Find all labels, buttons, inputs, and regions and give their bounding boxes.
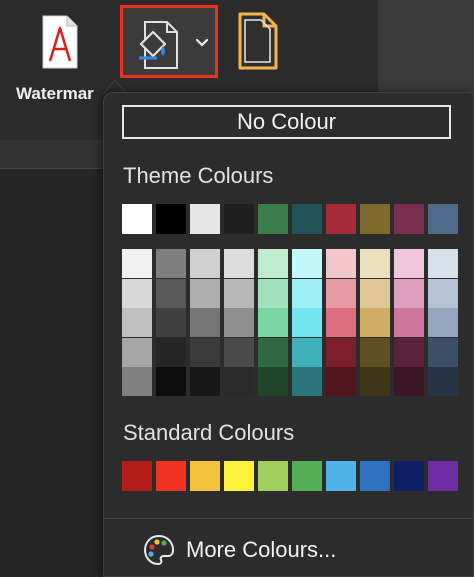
theme-shade-swatch[interactable] [190,337,220,367]
theme-shade-swatch[interactable] [428,278,458,308]
theme-shade-swatch[interactable] [224,308,254,337]
theme-colour-swatch[interactable] [360,204,390,234]
theme-shade-swatch[interactable] [156,249,186,278]
standard-colour-swatch[interactable] [190,461,220,491]
standard-colour-swatch[interactable] [360,461,390,491]
theme-shade-swatch[interactable] [156,278,186,308]
theme-colour-swatch[interactable] [326,204,356,234]
theme-shade-swatch[interactable] [360,308,390,337]
theme-colour-swatch[interactable] [258,204,288,234]
theme-shade-swatch[interactable] [190,278,220,308]
theme-shade-swatch[interactable] [428,249,458,278]
theme-shade-swatch[interactable] [326,337,356,367]
theme-shade-swatch[interactable] [360,249,390,278]
theme-shade-swatch[interactable] [394,249,424,278]
theme-shade-swatch[interactable] [156,337,186,367]
theme-shade-swatch[interactable] [394,278,424,308]
theme-shade-column [156,249,186,397]
theme-shade-column [224,249,254,397]
more-colours-label: More Colours... [186,537,337,562]
theme-shade-swatch[interactable] [190,367,220,396]
more-colours-button[interactable]: More Colours... [142,533,336,567]
theme-shade-swatch[interactable] [224,337,254,367]
theme-colour-swatch[interactable] [428,204,458,234]
theme-shade-swatch[interactable] [224,278,254,308]
theme-shade-column [428,249,458,397]
theme-colour-swatch[interactable] [394,204,424,234]
theme-shade-swatch[interactable] [224,367,254,396]
standard-colour-swatch[interactable] [428,461,458,491]
theme-colour-swatch[interactable] [224,204,254,234]
standard-colour-swatch[interactable] [326,461,356,491]
theme-shade-swatch[interactable] [122,367,152,396]
theme-shade-swatch[interactable] [122,308,152,337]
theme-shade-swatch[interactable] [394,337,424,367]
theme-shade-column [394,249,424,397]
theme-shade-column [360,249,390,397]
theme-shade-swatch[interactable] [156,367,186,396]
standard-colour-swatch[interactable] [156,461,186,491]
theme-colour-swatch[interactable] [190,204,220,234]
standard-colour-swatch[interactable] [224,461,254,491]
theme-shade-swatch[interactable] [292,249,322,278]
theme-shade-swatch[interactable] [428,308,458,337]
chevron-down-icon[interactable] [195,38,209,48]
theme-shade-swatch[interactable] [258,308,288,337]
paint-bucket-icon [139,21,178,69]
theme-shade-swatch[interactable] [258,278,288,308]
standard-colour-swatch[interactable] [122,461,152,491]
theme-shade-swatch[interactable] [326,308,356,337]
standard-colour-swatch[interactable] [292,461,322,491]
theme-shade-swatch[interactable] [360,278,390,308]
theme-shade-column [292,249,322,397]
theme-shade-swatch[interactable] [122,278,152,308]
theme-shade-swatch[interactable] [326,249,356,278]
theme-shade-swatch[interactable] [190,249,220,278]
colour-menu: No Colour Theme Colours Standard Colours… [103,92,474,577]
theme-shade-swatch[interactable] [258,337,288,367]
theme-shade-swatch[interactable] [156,308,186,337]
theme-shade-swatch[interactable] [292,308,322,337]
theme-colour-swatch[interactable] [156,204,186,234]
theme-shade-column [190,249,220,397]
standard-colours-title: Standard Colours [123,420,295,445]
theme-shade-swatch[interactable] [360,367,390,396]
theme-shade-column [326,249,356,397]
watermark-icon [42,15,78,69]
menu-separator [104,518,474,519]
palette-icon [143,534,175,566]
page-borders-button[interactable] [232,10,282,72]
theme-shade-swatch[interactable] [326,278,356,308]
theme-shade-swatch[interactable] [292,337,322,367]
theme-shade-swatch[interactable] [292,278,322,308]
theme-shade-swatch[interactable] [258,367,288,396]
theme-shade-swatch[interactable] [394,308,424,337]
theme-shade-swatch[interactable] [428,367,458,396]
watermark-label: Watermar [16,84,94,103]
theme-shade-swatch[interactable] [122,249,152,278]
page-borders-icon [238,12,278,70]
theme-shade-swatch[interactable] [224,249,254,278]
theme-colours-title: Theme Colours [123,163,274,188]
standard-colour-swatch[interactable] [258,461,288,491]
watermark-button[interactable]: Watermar [10,6,110,106]
theme-shade-swatch[interactable] [292,367,322,396]
no-colour-button[interactable]: No Colour [122,105,451,139]
theme-colour-swatch[interactable] [292,204,322,234]
theme-shade-column [258,249,288,397]
theme-colour-swatch[interactable] [122,204,152,234]
theme-shade-swatch[interactable] [122,337,152,367]
theme-shade-column [122,249,152,397]
theme-shade-swatch[interactable] [190,308,220,337]
page-colour-button[interactable] [120,5,218,78]
theme-shade-swatch[interactable] [360,337,390,367]
theme-shade-swatch[interactable] [326,367,356,396]
theme-shade-swatch[interactable] [258,249,288,278]
theme-shade-swatch[interactable] [428,337,458,367]
theme-shade-swatch[interactable] [394,367,424,396]
standard-colour-swatch[interactable] [394,461,424,491]
